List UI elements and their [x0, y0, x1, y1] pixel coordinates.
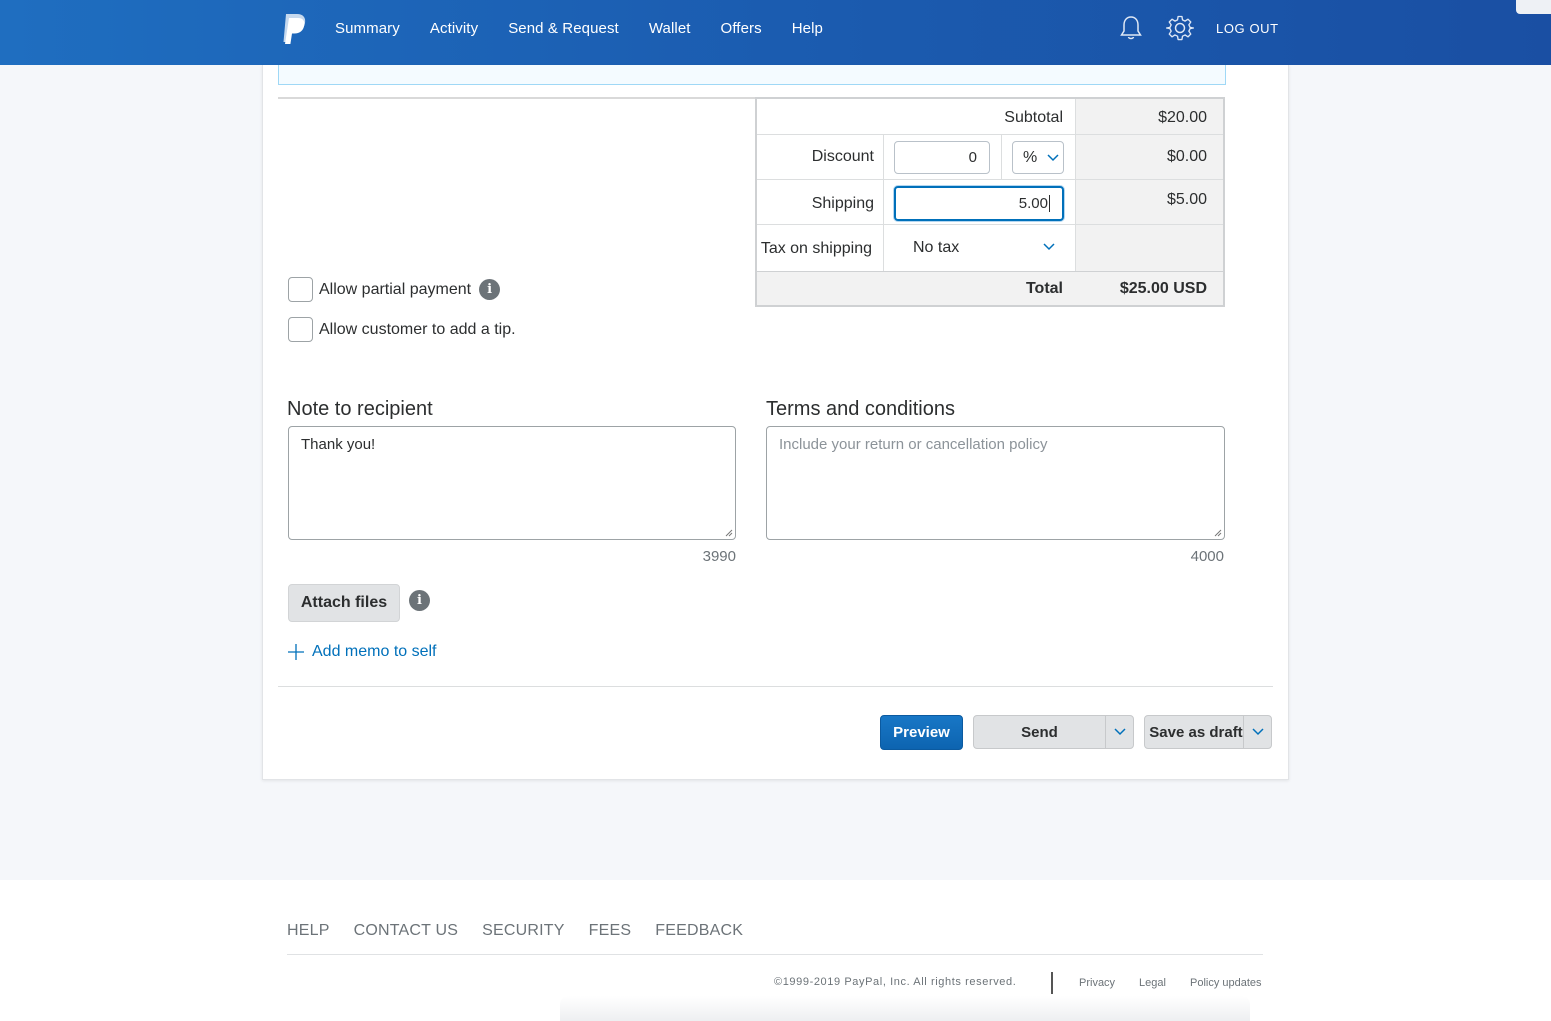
chevron-down-icon — [1251, 728, 1264, 736]
total-value: $25.00 USD — [1119, 280, 1207, 297]
terms-char-count: 4000 — [1190, 548, 1224, 565]
main-nav: Summary Activity Send & Request Wallet O… — [335, 0, 853, 56]
chevron-down-icon — [1043, 243, 1055, 251]
partial-payment-option: Allow partial payment i — [288, 277, 501, 302]
subtotal-value: $20.00 — [1158, 109, 1207, 126]
add-memo-link[interactable]: Add memo to self — [288, 643, 437, 661]
col-divider — [1001, 135, 1002, 180]
total-label: Total — [1025, 280, 1063, 297]
save-draft-split-button: Save as draft — [1144, 715, 1272, 749]
col-divider — [883, 225, 884, 271]
top-navigation-bar: Summary Activity Send & Request Wallet O… — [0, 0, 1551, 65]
nav-send-request[interactable]: Send & Request — [508, 20, 619, 37]
logout-link[interactable]: LOG OUT — [1216, 21, 1279, 36]
send-options-toggle[interactable] — [1105, 716, 1133, 748]
col-divider — [883, 180, 884, 225]
terms-title: Terms and conditions — [766, 398, 955, 420]
discount-input[interactable]: 0 — [894, 141, 990, 174]
col-divider — [883, 135, 884, 180]
tax-shipping-select[interactable]: No tax — [903, 231, 1063, 264]
footer-divider — [287, 954, 1263, 955]
partial-payment-checkbox[interactable] — [288, 277, 313, 302]
footer-separator — [1051, 972, 1053, 994]
footer-link-contact[interactable]: CONTACT US — [354, 922, 459, 940]
resize-grip-icon[interactable] — [725, 529, 733, 537]
note-text: Thank you! — [301, 436, 376, 453]
nav-summary[interactable]: Summary — [335, 20, 400, 37]
discount-value: $0.00 — [1166, 148, 1207, 165]
preview-button[interactable]: Preview — [880, 715, 963, 750]
plus-icon — [288, 644, 304, 660]
resize-grip-icon[interactable] — [1214, 529, 1222, 537]
footer-links: HELP CONTACT US SECURITY FEES FEEDBACK — [287, 922, 767, 940]
discount-row: Discount 0 % $0.00 — [757, 135, 1223, 180]
nav-wallet[interactable]: Wallet — [649, 20, 691, 37]
totals-table: Subtotal $20.00 Discount 0 % $0.00 Shipp… — [755, 97, 1225, 307]
nav-help[interactable]: Help — [792, 20, 823, 37]
send-split-button: Send — [973, 715, 1134, 749]
send-button[interactable]: Send — [974, 716, 1105, 748]
discount-label: Discount — [811, 148, 874, 165]
shipping-row: Shipping 5.00 $5.00 — [757, 180, 1223, 225]
footer-link-help[interactable]: HELP — [287, 922, 330, 940]
tax-shipping-row: Tax on shipping No tax — [757, 225, 1223, 271]
info-icon[interactable]: i — [479, 279, 501, 300]
partial-payment-label: Allow partial payment — [319, 280, 472, 298]
discount-unit-value: % — [1023, 148, 1038, 166]
note-textarea[interactable]: Thank you! — [288, 426, 736, 540]
overlay-shadow — [560, 996, 1250, 1021]
footer-link-policy-updates[interactable]: Policy updates — [1190, 977, 1262, 989]
shipping-input[interactable]: 5.00 — [894, 186, 1064, 221]
actions-divider — [278, 686, 1273, 687]
footer-link-fees[interactable]: FEES — [589, 922, 632, 940]
tax-shipping-value: No tax — [913, 238, 960, 256]
footer-link-legal[interactable]: Legal — [1139, 977, 1166, 989]
save-draft-button[interactable]: Save as draft — [1145, 716, 1243, 748]
shipping-label: Shipping — [811, 195, 874, 212]
tip-checkbox[interactable] — [288, 317, 313, 342]
items-divider — [278, 97, 755, 99]
subtotal-row: Subtotal $20.00 — [757, 99, 1223, 135]
settings-gear-icon[interactable] — [1166, 14, 1194, 42]
tip-option: Allow customer to add a tip. — [288, 317, 516, 342]
tip-label: Allow customer to add a tip. — [319, 320, 516, 338]
note-title: Note to recipient — [287, 398, 433, 420]
add-memo-label: Add memo to self — [312, 643, 437, 660]
attach-files-button[interactable]: Attach files — [288, 584, 400, 622]
overlay-tab[interactable] — [1516, 0, 1551, 14]
terms-placeholder: Include your return or cancellation poli… — [779, 436, 1048, 453]
save-draft-options-toggle[interactable] — [1243, 716, 1271, 748]
info-banner-edge — [278, 65, 1226, 85]
shipping-value: $5.00 — [1166, 191, 1207, 208]
footer-link-privacy[interactable]: Privacy — [1079, 977, 1115, 989]
discount-unit-select[interactable]: % — [1012, 141, 1064, 174]
nav-activity[interactable]: Activity — [430, 20, 478, 37]
info-icon[interactable]: i — [409, 590, 430, 611]
subtotal-label: Subtotal — [1004, 109, 1063, 126]
chevron-down-icon — [1113, 728, 1126, 736]
note-char-count: 3990 — [702, 548, 736, 565]
copyright-text: ©1999-2019 PayPal, Inc. All rights reser… — [774, 976, 1017, 988]
footer-link-security[interactable]: SECURITY — [482, 922, 565, 940]
footer-link-feedback[interactable]: FEEDBACK — [655, 922, 743, 940]
notifications-bell-icon[interactable] — [1119, 15, 1143, 41]
tax-shipping-label: Tax on shipping — [760, 240, 872, 257]
paypal-logo-icon[interactable] — [281, 14, 307, 44]
terms-textarea[interactable]: Include your return or cancellation poli… — [766, 426, 1225, 540]
nav-offers[interactable]: Offers — [721, 20, 762, 37]
chevron-down-icon — [1047, 154, 1059, 162]
total-row: Total $25.00 USD — [757, 271, 1223, 305]
